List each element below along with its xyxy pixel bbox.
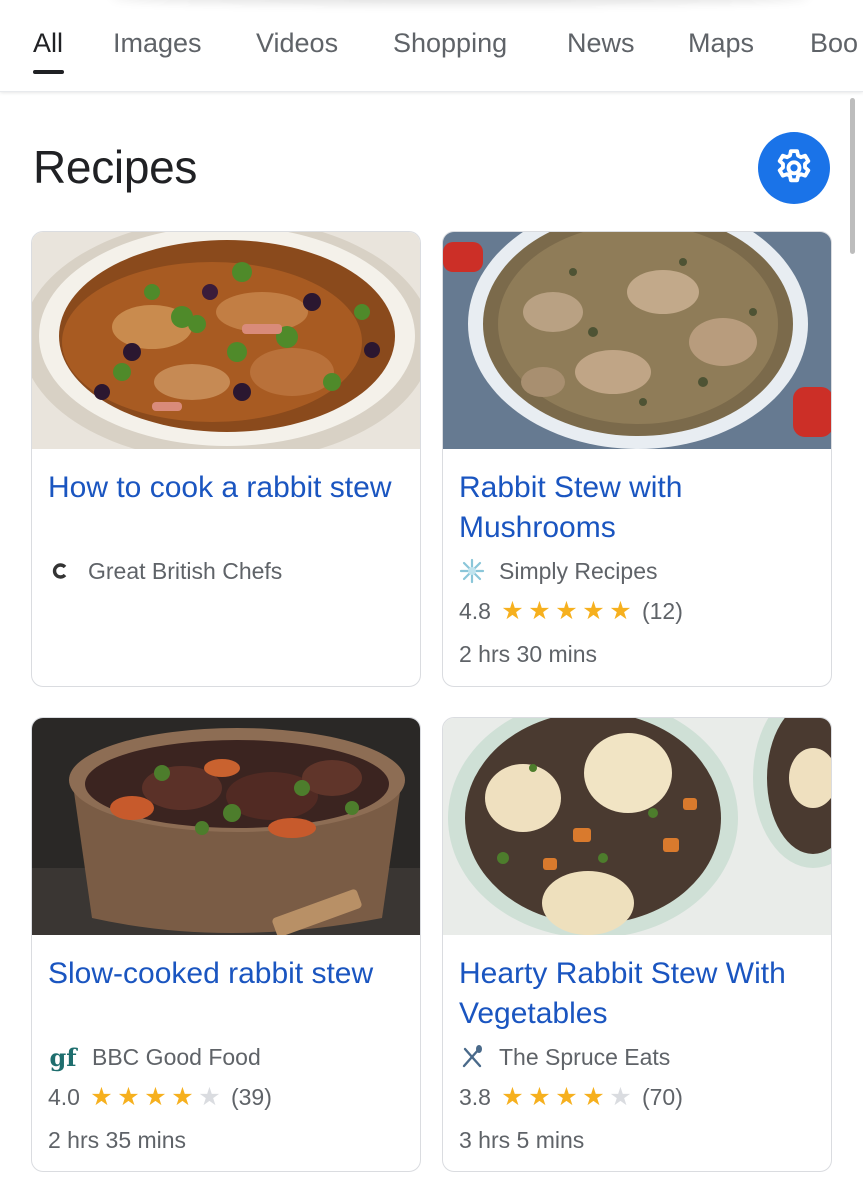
recipe-source: The Spruce Eats <box>459 1042 670 1072</box>
recipe-image <box>443 232 831 449</box>
recipe-card[interactable]: Slow-cooked rabbit stew gf BBC Good Food… <box>31 717 421 1172</box>
star-icon: ★ <box>171 1082 194 1111</box>
recipe-rating: 4.8 ★ ★ ★ ★ ★ (12) <box>459 596 683 626</box>
star-empty-icon: ★ <box>609 1082 632 1111</box>
star-rating: ★ ★ ★ ★ ★ <box>88 1082 223 1111</box>
recipe-image <box>32 718 420 935</box>
active-tab-indicator <box>33 70 64 74</box>
tab-shopping[interactable]: Shopping <box>393 28 507 59</box>
recipe-card[interactable]: Hearty Rabbit Stew With Vegetables The S… <box>442 717 832 1172</box>
spruce-eats-logo-icon <box>459 1044 485 1070</box>
star-icon: ★ <box>582 596 605 625</box>
recipe-title-link[interactable]: Slow-cooked rabbit stew <box>48 954 408 994</box>
recipe-rating: 3.8 ★ ★ ★ ★ ★ (70) <box>459 1082 683 1112</box>
recipes-heading: Recipes <box>33 141 198 193</box>
recipe-source: gf BBC Good Food <box>48 1042 261 1072</box>
star-icon: ★ <box>528 1082 551 1111</box>
recipe-source: Simply Recipes <box>459 556 658 586</box>
star-icon: ★ <box>609 596 632 625</box>
recipe-title-link[interactable]: How to cook a rabbit stew <box>48 468 408 508</box>
star-icon: ★ <box>555 1082 578 1111</box>
review-count: (12) <box>641 597 683 624</box>
source-name: Great British Chefs <box>88 557 283 584</box>
tab-news[interactable]: News <box>567 28 635 59</box>
recipe-card[interactable]: Rabbit Stew with Mushrooms Simply Recipe… <box>442 231 832 687</box>
star-rating: ★ ★ ★ ★ ★ <box>499 596 634 625</box>
cook-time: 2 hrs 30 mins <box>459 641 598 667</box>
review-count: (39) <box>230 1083 272 1110</box>
tab-books[interactable]: Boo <box>810 28 858 59</box>
star-icon: ★ <box>117 1082 140 1111</box>
rating-value: 4.8 <box>459 597 491 624</box>
recipe-image <box>32 232 420 449</box>
star-icon: ★ <box>90 1082 113 1111</box>
star-icon: ★ <box>555 596 578 625</box>
recipe-title-link[interactable]: Hearty Rabbit Stew With Vegetables <box>459 954 819 1034</box>
star-icon: ★ <box>501 596 524 625</box>
review-count: (70) <box>641 1083 683 1110</box>
cook-time: 3 hrs 5 mins <box>459 1127 585 1153</box>
star-empty-icon: ★ <box>198 1082 221 1111</box>
tab-images[interactable]: Images <box>113 28 202 59</box>
cook-time: 2 hrs 35 mins <box>48 1127 187 1153</box>
recipe-rating: 4.0 ★ ★ ★ ★ ★ (39) <box>48 1082 272 1112</box>
star-icon: ★ <box>582 1082 605 1111</box>
recipe-image <box>443 718 831 935</box>
tab-all[interactable]: All <box>33 28 63 59</box>
star-icon: ★ <box>501 1082 524 1111</box>
recipe-settings-button[interactable] <box>758 132 830 204</box>
tab-maps[interactable]: Maps <box>688 28 754 59</box>
recipe-source: Great British Chefs <box>48 556 282 586</box>
source-name: Simply Recipes <box>499 557 658 584</box>
recipe-card[interactable]: How to cook a rabbit stew Great British … <box>31 231 421 687</box>
recipe-title-link[interactable]: Rabbit Stew with Mushrooms <box>459 468 819 548</box>
star-icon: ★ <box>528 596 551 625</box>
simply-recipes-logo-icon <box>459 558 485 584</box>
great-british-chefs-logo-icon <box>48 558 74 584</box>
rating-value: 3.8 <box>459 1083 491 1110</box>
tab-videos[interactable]: Videos <box>256 28 338 59</box>
source-name: The Spruce Eats <box>499 1043 671 1070</box>
rating-value: 4.0 <box>48 1083 80 1110</box>
gear-icon <box>777 149 811 183</box>
scrollbar[interactable] <box>850 98 855 254</box>
star-rating: ★ ★ ★ ★ ★ <box>499 1082 634 1111</box>
bbc-good-food-logo-icon: gf <box>49 1042 77 1072</box>
search-tabs-bar: All Images Videos Shopping News Maps Boo <box>0 0 863 92</box>
star-icon: ★ <box>144 1082 167 1111</box>
source-name: BBC Good Food <box>92 1043 261 1070</box>
